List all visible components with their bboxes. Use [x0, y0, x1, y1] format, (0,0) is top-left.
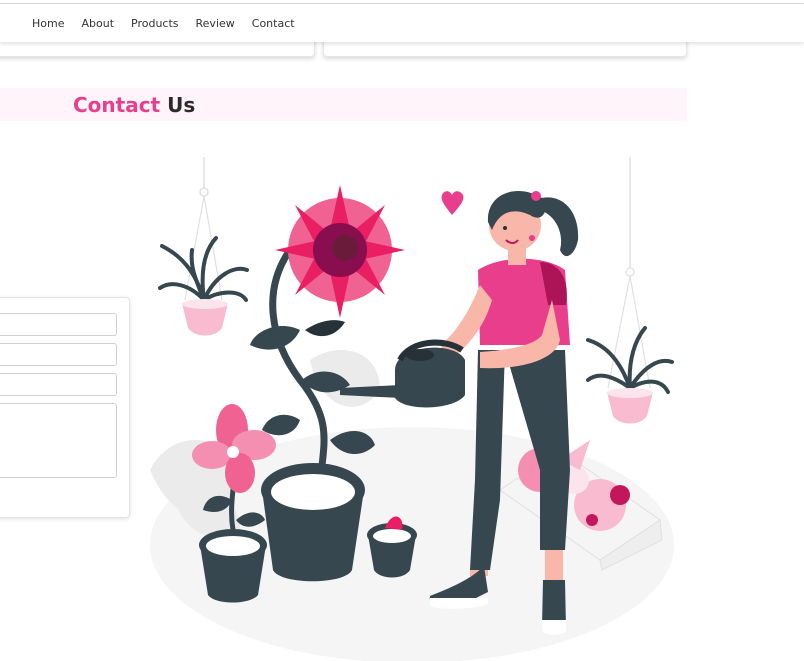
big-pot — [261, 463, 365, 582]
navbar: Home About Products Review Contact — [0, 4, 804, 42]
email-field[interactable] — [0, 343, 117, 366]
hanging-plant-right — [586, 326, 674, 424]
message-textarea[interactable] — [0, 403, 117, 478]
hanging-plant-left — [158, 236, 249, 336]
subject-field[interactable] — [0, 373, 117, 396]
section-title-rest: Us — [160, 93, 196, 117]
nav-products-link[interactable]: Products — [131, 17, 179, 30]
gardening-illustration — [150, 157, 674, 661]
nav-about-link[interactable]: About — [81, 17, 114, 30]
nav-review-link[interactable]: Review — [196, 17, 235, 30]
nav-menu: Home About Products Review Contact — [32, 17, 312, 30]
nav-home-link[interactable]: Home — [32, 17, 64, 30]
section-title-accent: Contact — [73, 93, 161, 117]
section-title: Contact Us — [73, 93, 195, 117]
contact-form — [0, 297, 130, 518]
small-pot-left — [199, 529, 267, 603]
nav-contact-link[interactable]: Contact — [252, 17, 295, 30]
name-field[interactable] — [0, 313, 117, 336]
heart-icon — [441, 191, 464, 215]
